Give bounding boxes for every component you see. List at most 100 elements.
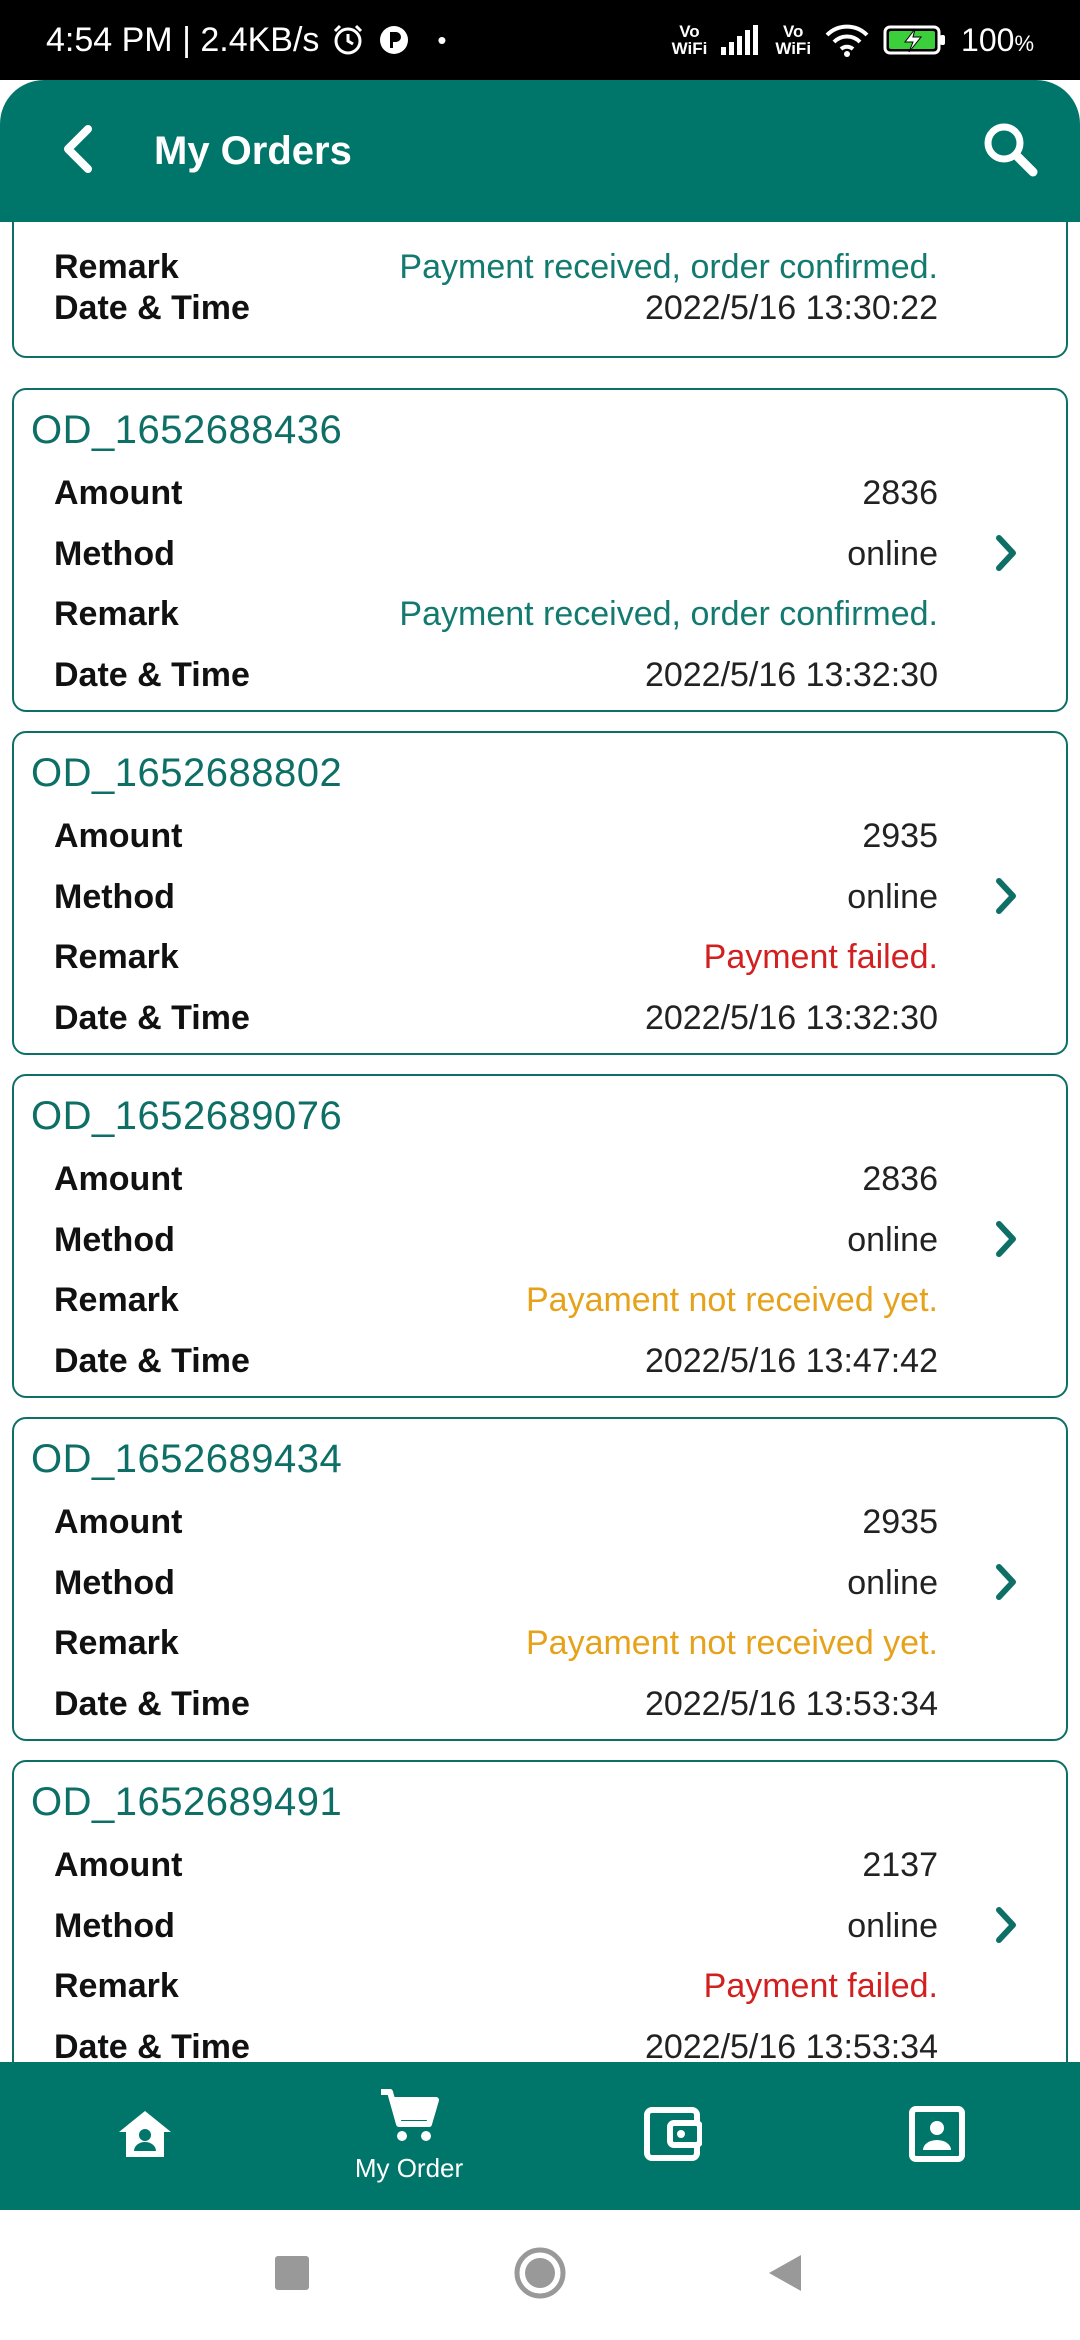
method-value: online <box>847 1906 938 1945</box>
amount-label: Amount <box>54 1159 183 1198</box>
battery-percentage: 100% <box>961 21 1034 58</box>
status-left: 4:54 PM | 2.4KB/s • <box>46 21 447 60</box>
order-datetime-row: Date & Time 2022/5/16 13:53:34 <box>54 2022 938 2063</box>
back-button[interactable] <box>38 111 118 191</box>
order-amount-row: Amount 2935 <box>54 811 938 861</box>
cart-icon <box>379 2088 439 2149</box>
nav-wallet[interactable] <box>541 2062 805 2210</box>
remark-value: Payment failed. <box>703 1966 938 2005</box>
status-time-speed: 4:54 PM | 2.4KB/s <box>46 20 320 59</box>
battery-charging-icon <box>883 24 947 56</box>
remark-label: Remark <box>54 1623 179 1662</box>
remark-label: Remark <box>54 247 179 286</box>
chevron-right-icon[interactable] <box>986 528 1026 578</box>
cell-signal-icon <box>721 25 761 55</box>
datetime-label: Date & Time <box>54 1684 250 1723</box>
order-remark-row: Remark Payment failed. <box>54 1961 938 2011</box>
bottom-navigation: My Order <box>0 2062 1080 2210</box>
order-remark-row: Remark Payment failed. <box>54 932 938 982</box>
order-datetime-row: Date & Time 2022/5/16 13:32:30 <box>54 650 938 700</box>
back-arrow-icon <box>58 123 98 180</box>
home-icon <box>116 2108 174 2165</box>
datetime-value: 2022/5/16 13:32:30 <box>644 998 938 1037</box>
amount-value: 2935 <box>862 1502 938 1541</box>
amount-value: 2137 <box>862 1845 938 1884</box>
method-label: Method <box>54 1220 175 1259</box>
nav-home[interactable] <box>13 2062 277 2210</box>
datetime-value: 2022/5/16 13:47:42 <box>644 1341 938 1380</box>
triangle-back-icon <box>765 2253 805 2298</box>
order-id: OD_1652689491 <box>31 1780 343 1824</box>
method-value: online <box>847 1220 938 1259</box>
remark-label: Remark <box>54 1280 179 1319</box>
order-id: OD_1652688436 <box>31 408 343 452</box>
search-icon <box>981 120 1039 183</box>
amount-value: 2836 <box>862 473 938 512</box>
datetime-value: 2022/5/16 13:53:34 <box>644 2027 938 2063</box>
datetime-label: Date & Time <box>54 655 250 694</box>
app-bar: My Orders <box>0 80 1080 222</box>
page-title: My Orders <box>154 128 352 173</box>
amount-label: Amount <box>54 1845 183 1884</box>
square-icon <box>274 2255 310 2296</box>
chevron-right-icon[interactable] <box>986 1214 1026 1264</box>
nav-profile[interactable] <box>805 2062 1069 2210</box>
nav-my-order[interactable]: My Order <box>277 2062 541 2210</box>
order-card[interactable]: OD_1652689076 Amount 2836 Method online … <box>12 1074 1068 1398</box>
order-amount-row: Amount 2137 <box>54 1840 938 1890</box>
order-datetime-row: Date & Time 2022/5/16 13:30:22 <box>54 283 938 333</box>
order-datetime-row: Date & Time 2022/5/16 13:32:30 <box>54 993 938 1043</box>
method-value: online <box>847 877 938 916</box>
order-card[interactable]: OD_1652688436 Amount 2836 Method online … <box>12 388 1068 712</box>
circle-icon <box>513 2246 567 2305</box>
order-card-partial[interactable]: Remark Payment received, order confirmed… <box>12 222 1068 358</box>
app-notification-icon <box>377 23 411 57</box>
method-value: online <box>847 534 938 573</box>
order-datetime-row: Date & Time 2022/5/16 13:53:34 <box>54 1679 938 1729</box>
status-dot: • <box>437 24 447 55</box>
order-datetime-row: Date & Time 2022/5/16 13:47:42 <box>54 1336 938 1386</box>
order-id: OD_1652689076 <box>31 1094 343 1138</box>
vowifi-indicator-2: Vo WiFi <box>775 22 812 58</box>
datetime-value: 2022/5/16 13:30:22 <box>644 288 938 327</box>
order-method-row: Method online <box>54 1901 938 1951</box>
order-amount-row: Amount 2935 <box>54 1497 938 1547</box>
back-system-button[interactable] <box>745 2235 825 2315</box>
system-navigation-bar <box>0 2210 1080 2340</box>
datetime-label: Date & Time <box>54 998 250 1037</box>
home-system-button[interactable] <box>500 2235 580 2315</box>
order-id: OD_1652688802 <box>31 751 343 795</box>
amount-label: Amount <box>54 473 183 512</box>
profile-icon <box>909 2105 965 2167</box>
order-remark-row: Remark Payment received, order confirmed… <box>54 589 938 639</box>
orders-list[interactable]: Remark Payment received, order confirmed… <box>0 222 1080 2062</box>
alarm-icon <box>331 23 365 57</box>
datetime-label: Date & Time <box>54 2027 250 2063</box>
order-remark-row: Remark Payament not received yet. <box>54 1618 938 1668</box>
datetime-value: 2022/5/16 13:53:34 <box>644 1684 938 1723</box>
chevron-right-icon[interactable] <box>986 1900 1026 1950</box>
status-bar: 4:54 PM | 2.4KB/s • Vo WiFi Vo WiFi 100% <box>0 0 1080 80</box>
order-card[interactable]: OD_1652688802 Amount 2935 Method online … <box>12 731 1068 1055</box>
remark-label: Remark <box>54 937 179 976</box>
order-card[interactable]: OD_1652689434 Amount 2935 Method online … <box>12 1417 1068 1741</box>
remark-label: Remark <box>54 594 179 633</box>
recents-button[interactable] <box>252 2235 332 2315</box>
chevron-right-icon[interactable] <box>986 871 1026 921</box>
order-id: OD_1652689434 <box>31 1437 343 1481</box>
order-remark-row: Remark Payament not received yet. <box>54 1275 938 1325</box>
remark-value: Payament not received yet. <box>525 1280 938 1319</box>
method-label: Method <box>54 1563 175 1602</box>
order-method-row: Method online <box>54 872 938 922</box>
order-card[interactable]: OD_1652689491 Amount 2137 Method online … <box>12 1760 1068 2062</box>
search-button[interactable] <box>970 111 1050 191</box>
datetime-label: Date & Time <box>54 288 250 327</box>
amount-label: Amount <box>54 1502 183 1541</box>
chevron-right-icon[interactable] <box>986 1557 1026 1607</box>
wallet-icon <box>644 2106 703 2166</box>
amount-value: 2935 <box>862 816 938 855</box>
amount-label: Amount <box>54 816 183 855</box>
wifi-icon <box>825 23 869 57</box>
remark-value: Payment failed. <box>703 937 938 976</box>
remark-value: Payment received, order confirmed. <box>399 594 938 633</box>
